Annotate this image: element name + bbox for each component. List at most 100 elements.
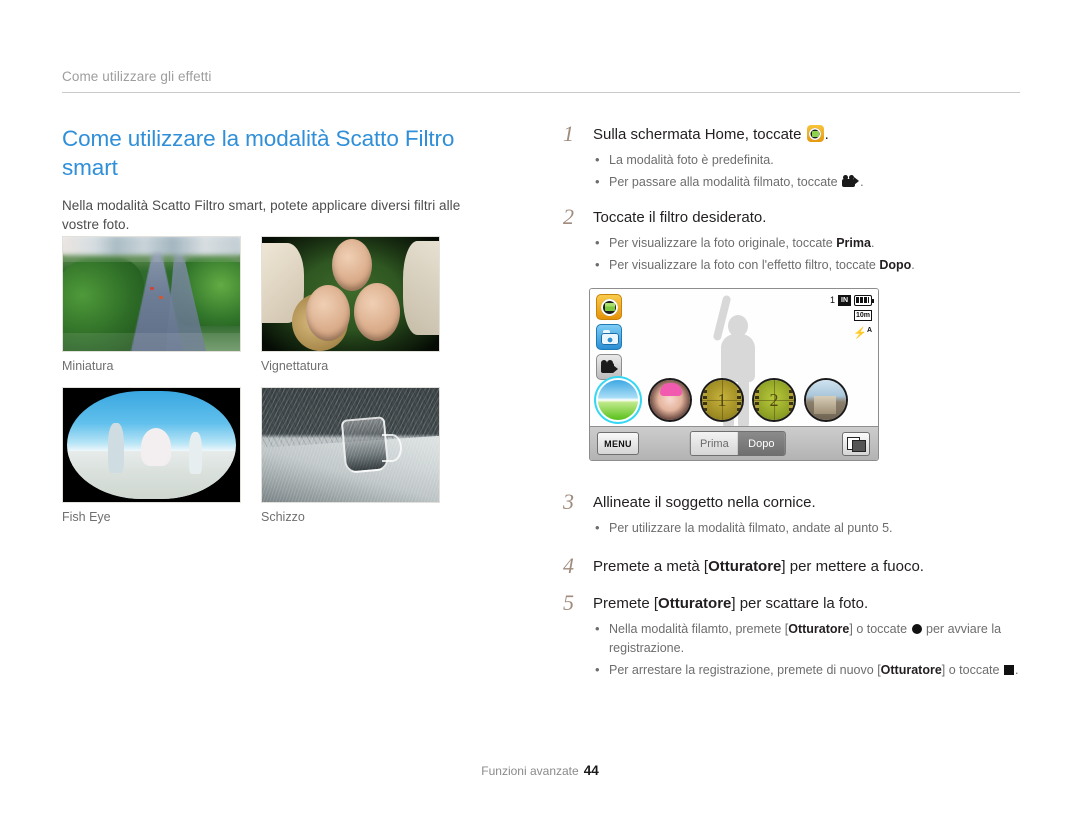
step-1: 1 Sulla schermata Home, toccate . La mod… xyxy=(563,121,1023,192)
left-column: Come utilizzare la modalità Scatto Filtr… xyxy=(62,124,492,234)
figure-caption: Schizzo xyxy=(261,510,305,524)
battery-icon xyxy=(854,295,874,306)
filter-vignette-thumb[interactable] xyxy=(650,380,690,420)
resolution-icon: 10m xyxy=(853,310,872,321)
step-bold: Otturatore xyxy=(708,558,782,575)
sample-figure-grid: Miniatura Vignettatura Fish Eye Schizzo xyxy=(62,236,502,524)
step-5: 5 Premete [Otturatore] per scattare la f… xyxy=(563,590,1023,680)
intro-paragraph: Nella modalità Scatto Filtro smart, pote… xyxy=(62,198,461,232)
running-head-label: Come utilizzare gli effetti xyxy=(62,69,212,84)
step-text: Premete [ xyxy=(593,595,659,612)
sketch-photo xyxy=(261,387,440,503)
bullet-bold: Dopo xyxy=(879,258,912,272)
list-item: Per passare alla modalità filmato, tocca… xyxy=(593,172,1023,192)
bullet-text: Nella modalità filamto, premete [ xyxy=(609,622,789,636)
header-rule xyxy=(62,92,1020,93)
share-button[interactable] xyxy=(842,431,870,456)
page-footer: Funzioni avanzate 44 xyxy=(0,763,1080,778)
figure-schizzo: Schizzo xyxy=(261,387,440,524)
list-item: La modalità foto è predefinita. xyxy=(593,150,1023,170)
manual-page: Come utilizzare gli effetti Come utilizz… xyxy=(0,0,1080,815)
status-row-resolution: 10m xyxy=(830,310,872,321)
figure-row: Fish Eye Schizzo xyxy=(62,387,502,524)
step-text-tail: . xyxy=(824,126,829,143)
status-indicators: 1 IN 10m ⚡A xyxy=(829,294,874,341)
figure-caption: Miniatura xyxy=(62,359,114,373)
list-item: Per visualizzare la foto con l'effetto f… xyxy=(593,255,1023,275)
bullet-text: Per visualizzare la foto originale, tocc… xyxy=(609,236,833,250)
camera-toolbar: MENU Prima Dopo xyxy=(590,426,878,460)
right-column-lower: 3 Allineate il soggetto nella cornice. P… xyxy=(563,489,1023,680)
bullet-text-tail: . xyxy=(870,236,875,250)
running-head: Come utilizzare gli effetti xyxy=(62,68,1020,93)
footer-page-number: 44 xyxy=(583,763,599,778)
fisheye-photo xyxy=(62,387,241,503)
vignette-photo xyxy=(261,236,440,352)
status-row-flash: ⚡A xyxy=(830,324,872,341)
status-row-top: 1 IN xyxy=(829,294,874,307)
list-item: Per visualizzare la foto originale, tocc… xyxy=(593,233,1023,253)
step-5-bullets: Nella modalità filamto, premete [Otturat… xyxy=(593,619,1023,680)
bullet-text: Per utilizzare la modalità filmato, anda… xyxy=(609,521,893,535)
bullet-text: Per arrestare la registrazione, premete … xyxy=(609,663,881,677)
smart-filter-mode-button[interactable] xyxy=(596,294,622,320)
step-number: 4 xyxy=(563,553,574,578)
miniature-photo xyxy=(62,236,241,352)
bullet-bold: Otturatore xyxy=(788,622,850,636)
filter-normal-thumb[interactable] xyxy=(598,380,638,420)
filter-movie-2-thumb[interactable]: 2 xyxy=(754,380,794,420)
step-bold: Otturatore xyxy=(658,595,732,612)
bullet-text: Per passare alla modalità filmato, tocca… xyxy=(609,175,838,189)
step-number: 2 xyxy=(563,204,574,229)
mode-button-stack xyxy=(596,294,622,384)
bullet-text-tail: . xyxy=(1014,663,1019,677)
figure-row: Miniatura Vignettatura xyxy=(62,236,502,373)
flash-auto-icon: ⚡A xyxy=(853,327,872,340)
photo-mode-button[interactable] xyxy=(596,324,622,350)
step-heading: Premete [Otturatore] per scattare la fot… xyxy=(593,593,1023,614)
filter-label: 2 xyxy=(769,389,779,410)
list-item: Per arrestare la registrazione, premete … xyxy=(593,660,1023,680)
figure-caption: Vignettatura xyxy=(261,359,329,373)
step-heading: Sulla schermata Home, toccate . xyxy=(593,124,1023,145)
filter-movie-1-thumb[interactable]: 1 xyxy=(702,380,742,420)
bullet-text: Per visualizzare la foto con l'effetto f… xyxy=(609,258,876,272)
step-4: 4 Premete a metà [Otturatore] per metter… xyxy=(563,553,1023,578)
filter-classic-thumb[interactable] xyxy=(806,380,846,420)
menu-button[interactable]: MENU xyxy=(597,432,639,455)
bullet-text: La modalità foto è predefinita. xyxy=(609,153,774,167)
step-text-tail: ] per mettere a fuoco. xyxy=(781,558,924,575)
shots-remaining: 1 xyxy=(829,295,835,305)
figure-fisheye: Fish Eye xyxy=(62,387,241,524)
step-number: 5 xyxy=(563,590,574,615)
list-item: Nella modalità filamto, premete [Otturat… xyxy=(593,619,1023,658)
page-title: Come utilizzare la modalità Scatto Filtr… xyxy=(62,126,455,180)
list-item: Per utilizzare la modalità filmato, anda… xyxy=(593,518,1023,538)
step-text-tail: ] per scattare la foto. xyxy=(731,595,869,612)
after-button[interactable]: Dopo xyxy=(737,432,785,455)
bullet-bold: Prima xyxy=(836,236,871,250)
camera-screen-mock: 1 IN 10m ⚡A 1 2 MENU Prima Dopo xyxy=(589,288,879,461)
step-1-bullets: La modalità foto è predefinita. Per pass… xyxy=(593,150,1023,192)
step-2: 2 Toccate il filtro desiderato. Per visu… xyxy=(563,204,1023,275)
step-number: 1 xyxy=(563,121,574,146)
bullet-text-tail: . xyxy=(860,175,864,189)
figure-vignettatura: Vignettatura xyxy=(261,236,440,373)
internal-memory-icon: IN xyxy=(838,295,851,306)
step-heading: Premete a metà [Otturatore] per mettere … xyxy=(593,556,1023,577)
record-circle-icon xyxy=(911,624,922,634)
footer-section: Funzioni avanzate xyxy=(481,764,579,778)
step-text: Sulla schermata Home, toccate xyxy=(593,126,802,143)
right-column: 1 Sulla schermata Home, toccate . La mod… xyxy=(563,121,1023,275)
step-3-bullets: Per utilizzare la modalità filmato, anda… xyxy=(593,518,1023,538)
step-text: Premete a metà [ xyxy=(593,558,709,575)
bullet-bold: Otturatore xyxy=(880,663,942,677)
figure-miniatura: Miniatura xyxy=(62,236,241,373)
stop-square-icon xyxy=(1003,665,1014,675)
video-camera-icon xyxy=(842,175,860,187)
bullet-text-mid: ] o toccate xyxy=(849,622,908,636)
filter-label: 1 xyxy=(717,389,727,410)
bullet-text-mid: ] o toccate xyxy=(941,663,1000,677)
before-button[interactable]: Prima xyxy=(690,432,738,455)
figure-caption: Fish Eye xyxy=(62,510,111,524)
